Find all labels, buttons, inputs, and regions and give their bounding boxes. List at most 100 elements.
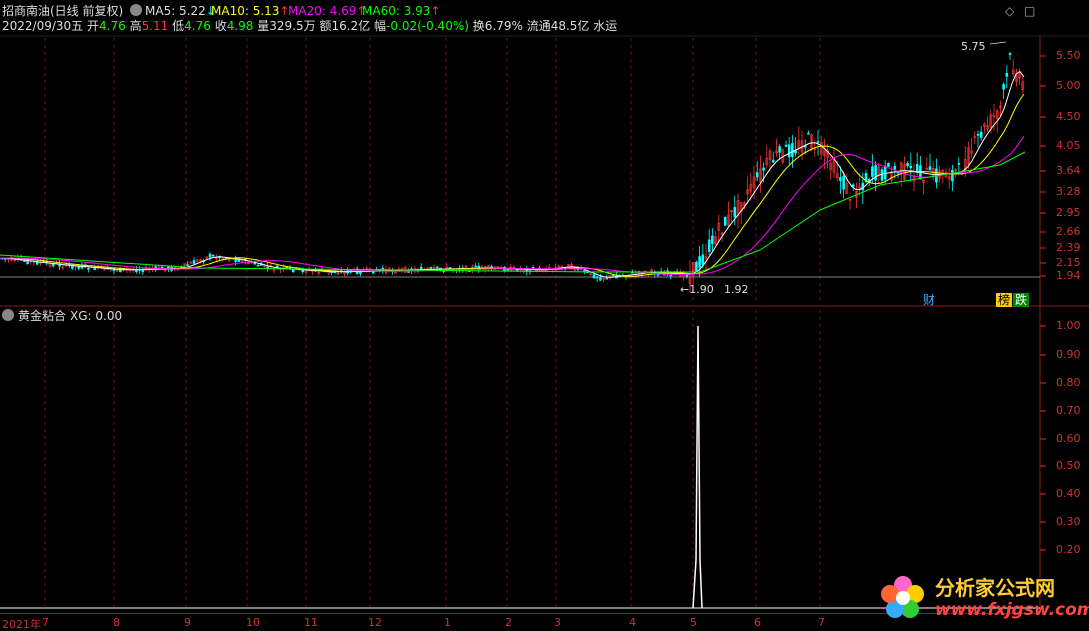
date-label: 9: [184, 616, 191, 629]
candle-body: [771, 159, 775, 163]
candle-body: [883, 165, 887, 180]
die-badge[interactable]: 跌: [1013, 293, 1030, 307]
price-tick-label: 2.66: [1056, 225, 1081, 238]
chevron-down-icon[interactable]: [2, 309, 14, 321]
candle-body: [906, 162, 909, 167]
date-label: 7: [42, 616, 49, 629]
candle-body: [871, 166, 874, 177]
chart-canvas: [0, 35, 1089, 613]
die-text: 跌: [1015, 293, 1028, 307]
date-label: 5: [690, 616, 697, 629]
candle-body: [816, 141, 820, 143]
candle-body: [887, 162, 890, 167]
ma5-line: [0, 70, 1025, 278]
date-label: 10: [246, 616, 260, 629]
low-annotation-2: 1.92: [724, 283, 749, 297]
candle-body: [208, 253, 212, 258]
candle-body: [698, 256, 701, 268]
price-tick-label: 4.05: [1056, 139, 1081, 152]
candle-body: [435, 266, 439, 269]
candle-body: [755, 172, 759, 178]
indicator-tick-label: 0.20: [1056, 543, 1081, 556]
price-tick-label: 3.64: [1056, 164, 1081, 177]
candle-body: [87, 267, 90, 270]
candle-body: [192, 260, 196, 264]
date-label: 8: [113, 616, 120, 629]
candle-body: [695, 261, 698, 272]
indicator-tick-label: 0.60: [1056, 432, 1081, 445]
date-label: 6: [754, 616, 761, 629]
low1-value: 1.90: [689, 283, 714, 296]
candle-body: [723, 216, 727, 226]
date-label: 11: [304, 616, 318, 629]
candle-body: [791, 143, 794, 157]
candle-body: [928, 166, 932, 171]
candle-body: [599, 277, 602, 281]
price-tick-label: 2.15: [1056, 256, 1081, 269]
indicator-tick-label: 0.70: [1056, 404, 1081, 417]
stock-chart-app: { "header": { "stock_name": "招商南油(日线 前复权…: [0, 0, 1089, 631]
candle-body: [186, 264, 189, 267]
indicator-tick-label: 0.90: [1056, 348, 1081, 361]
candle-body: [951, 169, 954, 182]
candle-body: [1002, 84, 1005, 90]
low2-value: 1.92: [724, 283, 749, 296]
candle-body: [784, 144, 788, 147]
ma20-line: [0, 136, 1025, 276]
flower-logo-icon: [880, 574, 926, 620]
candle-body: [957, 163, 961, 165]
bang-text: 榜: [998, 293, 1011, 307]
indicator-tick-label: 0.50: [1056, 459, 1081, 472]
candle-body: [979, 131, 983, 138]
candle-body: [762, 167, 765, 171]
indicator-name-text: 黄金粘合: [18, 309, 67, 323]
candle-body: [474, 265, 477, 268]
candle-body: [1008, 53, 1012, 55]
candle-body: [880, 169, 884, 181]
bang-badge[interactable]: 榜: [996, 293, 1013, 307]
candle-body: [807, 132, 810, 135]
price-tick-label: 1.94: [1056, 269, 1081, 282]
indicator-xg: XG: 0.00: [70, 309, 122, 323]
candle-body: [266, 266, 269, 269]
candle-body: [490, 266, 493, 268]
candle-body: [733, 207, 737, 218]
peak-annotation: 5.75: [961, 40, 986, 54]
candle-body: [256, 264, 260, 267]
candle-body: [611, 274, 615, 277]
price-tick-label: 2.39: [1056, 241, 1081, 254]
candle-body: [211, 255, 215, 257]
candle-body: [77, 266, 81, 269]
candle-body: [794, 150, 797, 154]
watermark-cn: 分析家公式网: [935, 576, 1055, 600]
cai-badge[interactable]: 财: [921, 293, 937, 307]
candle-body: [893, 165, 897, 170]
price-tick-label: 4.50: [1056, 110, 1081, 123]
watermark-url: www.fxjgsw.com: [935, 601, 1089, 620]
date-label: 2: [505, 616, 512, 629]
candle-body: [861, 182, 865, 191]
indicator-tick-label: 0.80: [1056, 376, 1081, 389]
candle-body: [291, 269, 295, 273]
xg-value: XG: 0.00: [70, 309, 123, 323]
price-tick-label: 5.50: [1056, 49, 1081, 62]
date-label: 2021年: [2, 618, 41, 631]
indicator-name[interactable]: 黄金粘合: [18, 309, 66, 323]
candle-body: [778, 146, 781, 153]
date-label: 4: [629, 616, 636, 629]
indicator-tick-label: 0.40: [1056, 487, 1081, 500]
candle-body: [429, 267, 433, 269]
candle-body: [93, 267, 97, 270]
price-tick-label: 5.00: [1056, 79, 1081, 92]
candle-body: [842, 176, 845, 190]
candle-body: [839, 177, 842, 182]
candle-body: [707, 239, 711, 252]
peak-arrow: [989, 41, 1007, 45]
peak-value: 5.75: [961, 40, 986, 53]
date-label: 7: [818, 616, 825, 629]
candle-body: [51, 263, 55, 267]
candle-body: [656, 274, 660, 276]
candle-body: [701, 254, 705, 265]
candle-body: [592, 274, 596, 279]
cai-text: 财: [923, 293, 936, 307]
